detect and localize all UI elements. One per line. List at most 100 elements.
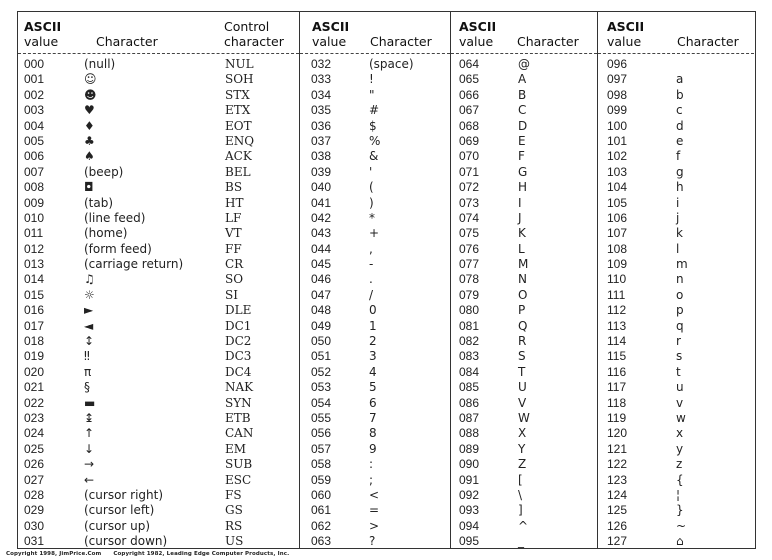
- table-row: 022 ▬ SYN: [18, 396, 299, 411]
- ascii-value: 044: [311, 241, 332, 256]
- ascii-value: 067: [459, 103, 480, 118]
- character: U: [518, 380, 527, 395]
- character: (form feed): [84, 241, 152, 256]
- character: *: [369, 210, 375, 225]
- ascii-value: 038: [311, 149, 332, 164]
- character: >: [369, 518, 380, 533]
- ascii-value: 015: [24, 287, 45, 302]
- character: W: [518, 410, 530, 425]
- table-row: 000 (null) NUL: [18, 57, 299, 72]
- table-row: 037%: [300, 134, 450, 149]
- table-row: 044,: [300, 242, 450, 257]
- table-row: 058:: [300, 457, 450, 472]
- control-character: ESC: [225, 472, 252, 487]
- table-row: 053 5: [300, 380, 450, 395]
- character: T: [518, 364, 526, 379]
- ascii-value: 028: [24, 487, 45, 502]
- character: X: [518, 426, 527, 441]
- character: 6: [369, 395, 377, 410]
- control-character: SI: [225, 287, 238, 302]
- control-character: EM: [225, 441, 247, 456]
- character: l: [676, 241, 680, 256]
- up-arrow-icon: ↑: [84, 426, 95, 441]
- ascii-value: 042: [311, 210, 332, 225]
- character: N: [518, 272, 527, 287]
- table-row: 013 (carriage return) CR: [18, 257, 299, 272]
- copyright-footer: Copyright 1998, JimPrice.Com Copyright 1…: [6, 551, 289, 557]
- table-row: 026 → SUB: [18, 457, 299, 472]
- table-row: 073 I: [451, 196, 597, 211]
- ascii-value: 047: [311, 287, 332, 302]
- ascii-value: 098: [607, 87, 628, 102]
- character: ~: [676, 518, 687, 533]
- character: r: [676, 334, 681, 349]
- ascii-value: 099: [607, 103, 628, 118]
- table-row: 083 S: [451, 349, 597, 364]
- table-row: 115 s: [598, 349, 754, 364]
- table-row: 108 l: [598, 242, 754, 257]
- table-row: 005 ♣ ENQ: [18, 134, 299, 149]
- table-row: 050 2: [300, 334, 450, 349]
- rows: 096 097 a 098 b 099 c 100 d 101 e 102 f 103 g 104 h 105 i 1…: [598, 57, 754, 550]
- ascii-value: 122: [607, 457, 628, 472]
- table-column-64-95: ASCII value Character 064 @065 A 066 B 067 C 068…: [450, 12, 597, 548]
- character: ): [369, 195, 374, 210]
- control-character: SOH: [225, 72, 254, 87]
- control-character: NUL: [225, 57, 254, 71]
- table-row: 046.: [300, 272, 450, 287]
- table-row: 067 C: [451, 103, 597, 118]
- character: ¦: [676, 487, 681, 502]
- left-pointer-icon: ◄: [84, 318, 94, 333]
- table-row: 064 @: [451, 57, 597, 72]
- ascii-value: 088: [459, 426, 480, 441]
- character: <: [369, 487, 380, 502]
- character: /: [369, 287, 374, 302]
- ascii-value: 118: [607, 395, 627, 410]
- table-row: 063?: [300, 534, 450, 549]
- control-character: ETX: [225, 103, 251, 118]
- ascii-value: 127: [607, 534, 628, 549]
- table-row: 059;: [300, 473, 450, 488]
- character: F: [518, 149, 525, 164]
- up-down-arrow-base-icon: ↨: [84, 410, 95, 425]
- ascii-value: 091: [459, 472, 480, 487]
- ascii-value: 002: [24, 87, 45, 102]
- ascii-value: 006: [24, 149, 45, 164]
- left-arrow-icon: ←: [84, 472, 95, 487]
- table-row: 095 _: [451, 534, 597, 549]
- ascii-value: 036: [311, 118, 332, 133]
- character: k: [676, 226, 683, 241]
- table-row: 056 8: [300, 426, 450, 441]
- ascii-value: 027: [24, 472, 45, 487]
- table-row: 102 f: [598, 149, 754, 164]
- character: \: [518, 487, 523, 502]
- character: :: [369, 457, 374, 472]
- ascii-value: 029: [24, 503, 45, 518]
- table-row: 038 &: [300, 149, 450, 164]
- character: O: [518, 287, 528, 302]
- table-row: 049 1: [300, 319, 450, 334]
- ascii-value: 057: [311, 441, 332, 456]
- ascii-value: 025: [24, 441, 45, 456]
- bar-icon: ▬: [84, 395, 96, 410]
- control-character: NAK: [225, 380, 254, 395]
- ascii-value: 080: [459, 303, 480, 318]
- table-row: 020 π DC4: [18, 365, 299, 380]
- table-row: 093]: [451, 503, 597, 518]
- character: 2: [369, 334, 377, 349]
- ascii-value: 032: [311, 57, 332, 71]
- character: P: [518, 303, 526, 318]
- down-arrow-icon: ↓: [84, 441, 95, 456]
- control-character: EOT: [225, 118, 252, 133]
- table-row: 092 \: [451, 488, 597, 503]
- control-character: ENQ: [225, 133, 255, 148]
- control-character: VT: [225, 226, 242, 241]
- table-row: 004 ♦ EOT: [18, 119, 299, 134]
- ascii-value: 092: [459, 487, 480, 502]
- rows: 032 (space) 033! 034 " 035 #036 $037% 038 & 039 ' 04…: [300, 57, 450, 550]
- table-row: 052 4: [300, 365, 450, 380]
- table-row: 039 ': [300, 165, 450, 180]
- table-row: 033!: [300, 72, 450, 87]
- control-character: FS: [225, 487, 242, 502]
- ascii-value: 120: [607, 426, 628, 441]
